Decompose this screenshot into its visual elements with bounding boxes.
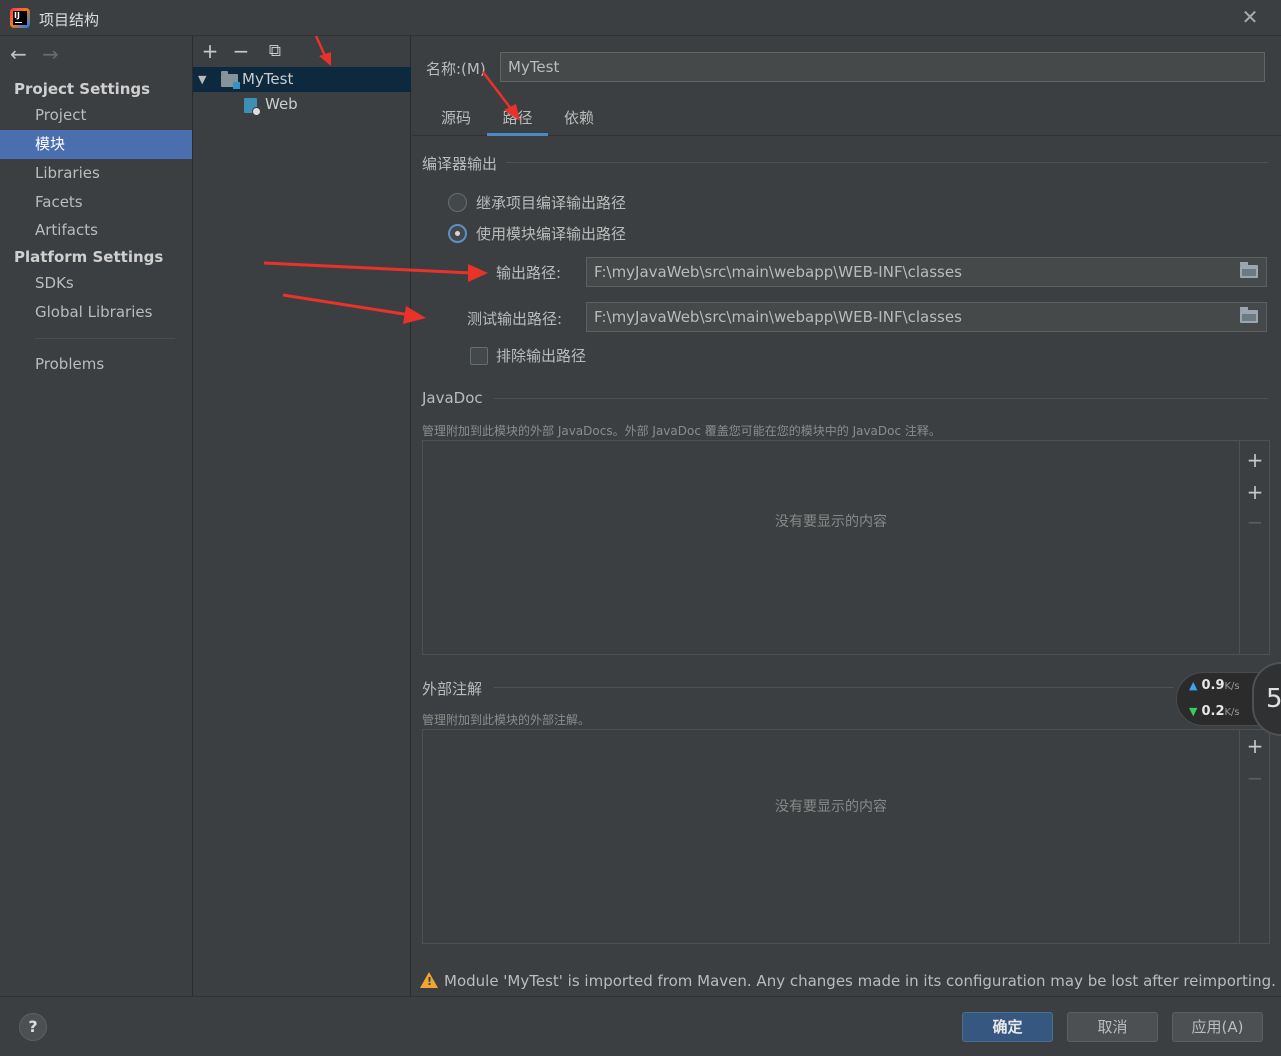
tab-paths[interactable]: 路径 (487, 102, 548, 136)
browse-folder-icon[interactable] (1240, 307, 1258, 323)
radio-button[interactable] (448, 193, 467, 212)
group-divider (506, 162, 1268, 163)
maven-warning: Module 'MyTest' is imported from Maven. … (420, 970, 1276, 990)
download-speed: ▼ 0.2K/s (1189, 704, 1240, 719)
warning-text: Module 'MyTest' is imported from Maven. … (444, 972, 1276, 990)
nav-item-artifacts[interactable]: Artifacts (0, 216, 192, 245)
module-name-input[interactable] (500, 52, 1265, 82)
javadoc-title: JavaDoc (422, 389, 483, 407)
copy-module-icon[interactable]: ⧉ (264, 40, 286, 62)
remove-javadoc-icon[interactable]: − (1240, 509, 1270, 535)
download-arrow-icon: ▼ (1189, 705, 1198, 718)
nav-item-modules[interactable]: 模块 (0, 130, 192, 159)
test-output-path-label: 测试输出路径: (467, 310, 563, 328)
nav-item-global-libraries[interactable]: Global Libraries (0, 298, 192, 327)
add-annotation-icon[interactable]: + (1240, 733, 1270, 759)
tree-node-web[interactable]: Web (193, 92, 411, 117)
output-path-field[interactable]: F:\myJavaWeb\src\main\webapp\WEB-INF\cla… (586, 257, 1267, 287)
settings-nav: ← → Project Settings Project 模块 Libraries… (0, 36, 193, 996)
back-arrow-icon[interactable]: ← (10, 42, 34, 66)
remove-annotation-icon[interactable]: − (1240, 765, 1270, 791)
forward-arrow-icon[interactable]: → (42, 42, 66, 66)
nav-item-project[interactable]: Project (0, 101, 192, 130)
javadoc-list[interactable]: 没有要显示的内容 (422, 440, 1240, 655)
title-bar: IJ 项目结构 ✕ (0, 0, 1281, 36)
annotations-toolbar: + − (1240, 729, 1270, 944)
nav-section-platform-settings: Platform Settings (14, 248, 164, 266)
tree-node-label: MyTest (242, 70, 294, 88)
add-module-icon[interactable]: + (199, 40, 221, 62)
module-tabs: 源码 路径 依赖 (412, 102, 1281, 136)
tree-node-label: Web (265, 95, 298, 113)
annotations-list[interactable]: 没有要显示的内容 (422, 729, 1240, 944)
radio-button[interactable] (448, 224, 467, 243)
add-javadoc-icon[interactable]: + (1240, 447, 1270, 473)
external-annotations-title: 外部注解 (422, 680, 483, 698)
nav-divider (35, 338, 175, 339)
nav-arrows: ← → (10, 42, 66, 68)
close-icon[interactable]: ✕ (1241, 7, 1259, 27)
annotations-empty-text: 没有要显示的内容 (775, 799, 887, 815)
apply-button[interactable]: 应用(A) (1172, 1012, 1263, 1042)
nav-item-problems[interactable]: Problems (0, 350, 192, 379)
output-path-label: 输出路径: (496, 264, 562, 282)
ok-button[interactable]: 确定 (962, 1012, 1053, 1042)
tree-node-mytest[interactable]: ▼ MyTest (193, 67, 411, 92)
upload-arrow-icon: ▲ (1189, 679, 1198, 692)
name-label: 名称:(M) (426, 60, 486, 78)
remove-module-icon[interactable]: − (230, 40, 252, 62)
intellij-logo-icon: IJ (10, 8, 30, 28)
module-detail-panel: 名称:(M) 源码 路径 依赖 编译器输出 继承项目编译输出路径 使用模块编译输… (412, 36, 1281, 996)
nav-item-facets[interactable]: Facets (0, 188, 192, 217)
help-icon[interactable]: ? (19, 1013, 47, 1041)
group-divider (494, 398, 1268, 399)
nav-section-project-settings: Project Settings (14, 80, 151, 98)
exclude-output-checkbox[interactable] (470, 347, 488, 365)
test-output-path-field[interactable]: F:\myJavaWeb\src\main\webapp\WEB-INF\cla… (586, 302, 1267, 332)
browse-folder-icon[interactable] (1240, 262, 1258, 278)
nav-item-libraries[interactable]: Libraries (0, 159, 192, 188)
tab-sources[interactable]: 源码 (430, 102, 482, 136)
module-tree-panel: + − ⧉ ▼ MyTest Web (193, 36, 411, 996)
window-title: 项目结构 (39, 11, 100, 29)
dialog-footer: ? 确定 取消 应用(A) (0, 996, 1281, 1056)
add-javadoc-url-icon[interactable]: + (1240, 479, 1270, 505)
compiler-output-title: 编译器输出 (422, 155, 498, 173)
test-output-path-value: F:\myJavaWeb\src\main\webapp\WEB-INF\cla… (594, 308, 962, 326)
tree-toolbar: + − ⧉ (193, 36, 411, 66)
javadoc-description: 管理附加到此模块的外部 JavaDocs。外部 JavaDoc 覆盖您可能在您的… (422, 424, 941, 438)
web-facet-icon (244, 98, 261, 116)
output-path-value: F:\myJavaWeb\src\main\webapp\WEB-INF\cla… (594, 263, 962, 281)
warning-icon (420, 972, 438, 988)
javadoc-empty-text: 没有要显示的内容 (775, 514, 887, 530)
tab-dependencies[interactable]: 依赖 (553, 102, 605, 136)
group-divider (494, 687, 1174, 688)
cancel-button[interactable]: 取消 (1067, 1012, 1158, 1042)
upload-speed: ▲ 0.9K/s (1189, 678, 1240, 693)
nav-item-sdks[interactable]: SDKs (0, 269, 192, 298)
annotations-description: 管理附加到此模块的外部注解。 (422, 713, 591, 727)
module-folder-icon (221, 71, 240, 89)
javadoc-toolbar: + + − (1240, 440, 1270, 655)
expand-arrow-icon[interactable]: ▼ (198, 67, 206, 92)
